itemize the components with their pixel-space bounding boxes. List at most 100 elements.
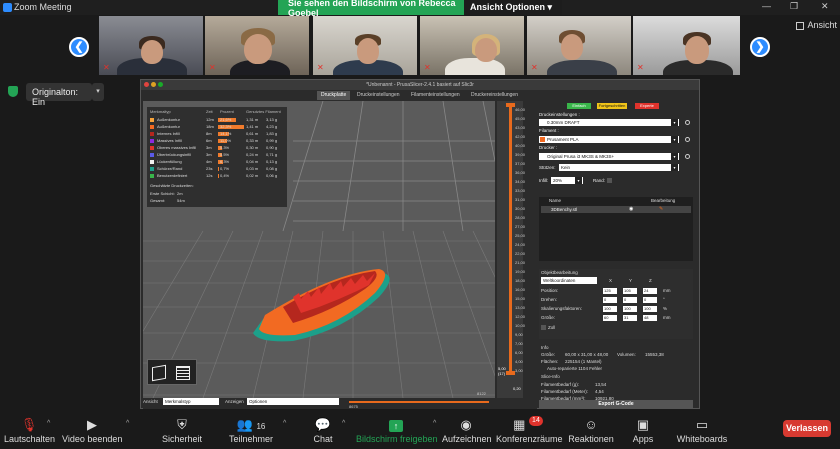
participants-options-caret[interactable]: ^ [283, 420, 286, 427]
supports-select[interactable]: Kein ▾ [559, 164, 679, 171]
legend-swatch [150, 139, 154, 143]
mute-button[interactable]: 🎙 Lautschalten [4, 412, 55, 449]
move-slider-horizontal[interactable]: Ansicht Merkmalstyp Anzeigen Optionen 86… [143, 391, 537, 409]
share-options-caret[interactable]: ^ [433, 420, 436, 427]
slicer-minimize-icon[interactable] [151, 82, 156, 87]
participant-video[interactable]: ✕ [99, 16, 203, 75]
size-x[interactable]: 60 [603, 315, 617, 321]
legend-meters: 0,61 m [246, 131, 259, 136]
scale-x[interactable]: 100 [603, 306, 617, 312]
size-z[interactable]: 48 [643, 315, 657, 321]
object-name: 3DBenchy.stl [551, 207, 578, 212]
next-page-button[interactable]: ❯ [750, 37, 770, 57]
participant-video[interactable]: ✕ [633, 16, 740, 75]
view-mode-icons[interactable] [147, 359, 197, 385]
size-y[interactable]: 31 [623, 315, 637, 321]
participants-button[interactable]: 👥 16 Teilnehmer [226, 412, 276, 449]
show-options-select[interactable]: Optionen [247, 398, 339, 405]
shared-screen-prusaslicer[interactable]: *Unbenannt - PrusaSlicer-2.4.1 basiert a… [140, 79, 700, 409]
participant-video[interactable]: ✕ [205, 16, 309, 75]
object-list-row[interactable]: 3DBenchy.stl ◉ ✎ [541, 206, 691, 213]
view-grid-icon[interactable] [796, 22, 804, 30]
view-type-select[interactable]: Merkmalstyp [163, 398, 219, 405]
legend-total-label: Gesamt: [150, 198, 166, 203]
minimize-button[interactable]: — [762, 1, 771, 11]
tab-filamenteinstellungen[interactable]: Filamenteinstellungen [407, 91, 464, 100]
cube-icon[interactable] [152, 364, 166, 382]
filament-select[interactable]: Prusament PLA ▾ [539, 136, 679, 143]
tab-druckeinstellungen[interactable]: Druckeinstellungen [353, 91, 404, 100]
whiteboards-button[interactable]: ▭ Whiteboards [676, 412, 728, 449]
settings-gear-icon[interactable] [685, 137, 690, 142]
print-settings-select[interactable]: 0.30mm DRAFT ▾ [539, 119, 679, 126]
apps-button[interactable]: ▣ Apps [628, 412, 658, 449]
legend-grams: 4,23 g [266, 124, 278, 129]
participants-icon: 👥 16 [236, 417, 266, 432]
rotation-z[interactable]: 0 [643, 297, 657, 303]
legend-time: 4m [206, 159, 212, 164]
maximize-button[interactable]: ❐ [790, 1, 798, 12]
move-slider-left-value: 8675 [349, 404, 358, 409]
mode-advanced-button[interactable]: Fortgeschritten [597, 103, 627, 109]
prev-page-button[interactable]: ❮ [69, 37, 89, 57]
rotation-x[interactable]: 0 [603, 297, 617, 303]
3d-viewport[interactable]: Merkmaltyp Zeit Prozent Genutztes Filame… [143, 101, 495, 398]
eye-icon[interactable]: ◉ [629, 206, 633, 212]
printer-select[interactable]: Original Prusa i3 MK3S & MK3S+ ▾ [539, 153, 679, 160]
share-screen-button[interactable]: ↑ Bildschirm freigeben [356, 412, 438, 449]
position-x[interactable]: 125 [603, 288, 617, 294]
infill-select[interactable]: 20% ▾ [551, 177, 583, 184]
object-list-header-name: Name [549, 198, 562, 203]
layer-tick-label: 42,00 [515, 134, 526, 139]
position-y[interactable]: 105 [623, 288, 637, 294]
audio-options-caret[interactable]: ^ [47, 420, 50, 427]
position-z[interactable]: 24 [643, 288, 657, 294]
view-options-button[interactable]: Ansicht Optionen ▾ [464, 0, 562, 15]
video-options-caret[interactable]: ^ [126, 420, 129, 427]
scale-z[interactable]: 100 [643, 306, 657, 312]
move-slider-track[interactable] [349, 401, 489, 403]
original-sound-dropdown[interactable]: ▾ [92, 83, 104, 101]
settings-gear-icon[interactable] [685, 120, 690, 125]
leave-button[interactable]: Verlassen [783, 420, 831, 437]
participant-video[interactable]: ✕ [420, 16, 524, 75]
layers-icon[interactable] [176, 366, 190, 380]
layer-slider-vertical[interactable]: 46,00 45,00 43,00 42,00 40,00 39,00 37,00 36,00… [497, 101, 526, 398]
mode-simple-button[interactable]: Einfach [567, 103, 591, 109]
layer-tick-label: 9,00 [515, 332, 523, 337]
original-sound-button[interactable]: Originalton: Ein [26, 83, 92, 107]
edit-icon[interactable]: ✎ [659, 206, 663, 212]
record-button[interactable]: ◉ Aufzeichnen [442, 412, 492, 449]
participant-video[interactable]: ✕ [527, 16, 631, 75]
participant-video[interactable]: ✕ [313, 16, 417, 75]
export-gcode-button[interactable]: Export G-Code [539, 400, 693, 408]
rotation-unit: ° [663, 297, 665, 302]
breakout-rooms-button[interactable]: ▦ 14 Konferenzräume [496, 412, 563, 449]
close-button[interactable]: ✕ [821, 1, 829, 12]
layer-slider-top-handle[interactable] [506, 103, 515, 107]
slicer-close-icon[interactable] [144, 82, 149, 87]
zoom-window: Zoom Meeting — ❐ ✕ Sie sehen den Bildsch… [0, 0, 840, 449]
chat-button[interactable]: 💬 Chat [304, 412, 342, 449]
object-list[interactable]: Name Bearbeitung 3DBenchy.stl ◉ ✎ [539, 197, 693, 261]
coordinate-system-select[interactable]: Weltkoordinaten [541, 277, 597, 284]
legend-name: Lückenfüllung [157, 159, 182, 164]
settings-gear-icon[interactable] [685, 154, 690, 159]
slicer-zoom-icon[interactable] [158, 82, 163, 87]
stop-video-button[interactable]: ▶ Video beenden [62, 412, 122, 449]
tab-druckereinstellungen[interactable]: Druckereinstellungen [467, 91, 522, 100]
rotation-y[interactable]: 0 [623, 297, 637, 303]
reactions-button[interactable]: ☺ Reaktionen [568, 412, 614, 449]
info-size-label: Größe: [541, 352, 556, 357]
view-label[interactable]: Ansicht [807, 20, 837, 30]
chat-options-caret[interactable]: ^ [342, 420, 345, 427]
inch-checkbox[interactable] [541, 325, 546, 330]
brim-checkbox[interactable] [607, 178, 612, 183]
layer-tick-label: 7,00 [515, 341, 523, 346]
mode-expert-button[interactable]: Experte [635, 103, 659, 109]
layer-slider-bottom-handle[interactable] [506, 371, 515, 375]
layer-slider-track[interactable] [509, 105, 512, 375]
security-button[interactable]: ⛨ Sicherheit [160, 412, 204, 449]
tab-druckplatte[interactable]: Druckplatte [317, 91, 351, 100]
scale-y[interactable]: 100 [623, 306, 637, 312]
